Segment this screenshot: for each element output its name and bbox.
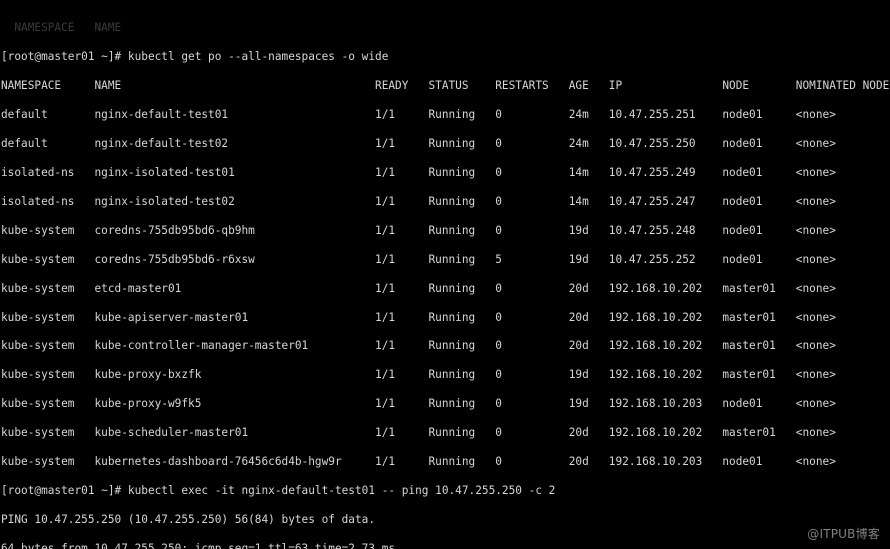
terminal-line: kube-system kube-proxy-bxzfk 1/1 Running…	[1, 368, 836, 382]
terminal-window[interactable]: NAMESPACE NAME [root@master01 ~]# kubectl…	[0, 0, 890, 549]
terminal-line: NAMESPACE NAME READY STATUS RESTARTS AGE…	[1, 78, 890, 92]
terminal-line: PING 10.47.255.250 (10.47.255.250) 56(84…	[1, 513, 376, 527]
terminal-line: kube-system coredns-755db95bd6-r6xsw 1/1…	[1, 252, 836, 266]
terminal-line: kube-system kube-apiserver-master01 1/1 …	[1, 310, 836, 324]
watermark: @ITPUB博客	[807, 526, 880, 541]
terminal-line: isolated-ns nginx-isolated-test02 1/1 Ru…	[1, 194, 836, 208]
terminal-line: 64 bytes from 10.47.255.250: icmp_seq=1 …	[1, 542, 396, 549]
terminal-line: [root@master01 ~]# kubectl exec -it ngin…	[1, 484, 556, 498]
terminal-line: kube-system kube-proxy-w9fk5 1/1 Running…	[1, 397, 836, 411]
terminal-line: kube-system kube-scheduler-master01 1/1 …	[1, 426, 836, 440]
terminal-line: [root@master01 ~]# kubectl get po --all-…	[1, 49, 389, 63]
terminal-line: kube-system etcd-master01 1/1 Running 0 …	[1, 281, 836, 295]
terminal-line: default nginx-default-test02 1/1 Running…	[1, 136, 836, 150]
terminal-line-partial: NAMESPACE NAME	[1, 20, 122, 34]
terminal-line: kube-system kube-controller-manager-mast…	[1, 339, 836, 353]
terminal-screen[interactable]: NAMESPACE NAME [root@master01 ~]# kubectl…	[1, 0, 889, 549]
terminal-line: default nginx-default-test01 1/1 Running…	[1, 107, 836, 121]
terminal-line: isolated-ns nginx-isolated-test01 1/1 Ru…	[1, 165, 836, 179]
terminal-line: kube-system kubernetes-dashboard-76456c6…	[1, 455, 836, 469]
terminal-line: kube-system coredns-755db95bd6-qb9hm 1/1…	[1, 223, 836, 237]
